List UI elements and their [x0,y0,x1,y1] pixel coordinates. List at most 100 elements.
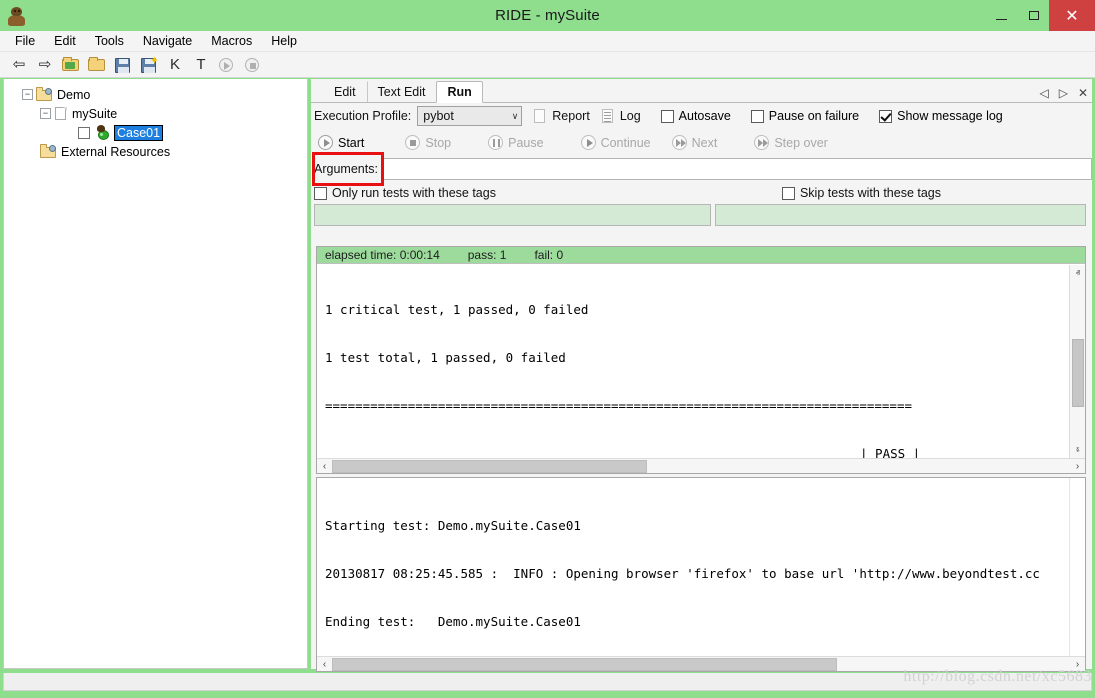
console-vscroll-thumb[interactable] [1072,339,1084,407]
autosave-checkbox-group[interactable]: Autosave [661,109,731,123]
exclude-tags-checkbox[interactable] [782,187,795,200]
search-tests-icon[interactable]: T [191,55,211,75]
forward-arrow-icon[interactable]: ⇨ [35,55,55,75]
exclude-tags-input[interactable] [715,204,1086,226]
tree-node-case01[interactable]: Case01 [8,123,307,142]
tab-edit[interactable]: Edit [323,81,367,103]
watermark-text: http://blog.csdn.net/xc5683 [903,668,1092,686]
arguments-label: Arguments: [314,162,378,176]
menu-item-file[interactable]: File [6,32,44,51]
execution-profile-select[interactable]: pybot ∨ [417,106,522,126]
menu-item-tools[interactable]: Tools [86,32,133,51]
scroll-right-icon[interactable]: › [1070,459,1085,474]
include-tags-input[interactable] [314,204,711,226]
tree-label-case01: Case01 [114,125,163,141]
include-tags-checkbox[interactable] [314,187,327,200]
scroll-down-icon[interactable]: ⱛ [1070,442,1086,458]
menu-item-navigate[interactable]: Navigate [134,32,201,51]
message-log-hscroll-thumb[interactable] [332,658,837,671]
resources-folder-icon [40,145,57,159]
arguments-row: Arguments: [311,156,1092,182]
project-tree: − Demo − mySuite Case01 External Resourc… [4,79,307,161]
scroll-up-icon[interactable]: ⱏ [1070,265,1086,281]
menu-item-macros[interactable]: Macros [202,32,261,51]
report-link[interactable]: Report [552,109,590,123]
pause-on-failure-label: Pause on failure [769,109,859,123]
tab-run[interactable]: Run [436,81,482,103]
continue-button-label: Continue [601,136,651,150]
pause-on-failure-checkbox-group[interactable]: Pause on failure [751,109,859,123]
message-log-vertical-scrollbar[interactable] [1069,478,1085,656]
tree-label-demo: Demo [57,88,90,102]
tab-bar: Edit Text Edit Run ◁ ▷ ✕ [311,79,1092,103]
log-link[interactable]: Log [620,109,641,123]
tree-node-demo[interactable]: − Demo [8,85,307,104]
chevron-down-icon: ∨ [512,111,519,122]
scroll-left-icon[interactable]: ‹ [317,459,332,474]
pause-button[interactable]: Pause [484,133,550,152]
console-output[interactable]: 1 critical test, 1 passed, 0 failed 1 te… [317,265,1085,458]
close-button[interactable]: ✕ [1049,0,1095,31]
console-line: 1 critical test, 1 passed, 0 failed [325,302,1085,318]
menu-item-edit[interactable]: Edit [45,32,85,51]
next-button-label: Next [692,136,718,150]
window-controls: ✕ [984,0,1095,31]
scroll-left-icon[interactable]: ‹ [317,657,332,672]
search-keyword-icon[interactable]: K [165,55,185,75]
toolbar: ⇦ ⇨ ✦ K T [0,52,1095,78]
stop-icon [405,135,420,150]
menu-item-help[interactable]: Help [262,32,306,51]
console-horizontal-scrollbar[interactable]: ‹ › [317,458,1085,473]
test-output-panel: elapsed time: 0:00:14 pass: 1 fail: 0 1 … [316,246,1086,474]
run-icon[interactable] [217,55,237,75]
execution-profile-label: Execution Profile: [314,109,411,123]
elapsed-time-text: elapsed time: 0:00:14 [325,248,440,262]
pass-count-text: pass: 1 [468,248,507,262]
project-tree-panel[interactable]: − Demo − mySuite Case01 External Resourc… [3,79,308,669]
save-icon[interactable] [113,55,133,75]
continue-button[interactable]: Continue [577,133,658,152]
arguments-input[interactable] [383,158,1092,180]
start-button-label: Start [338,136,364,150]
message-log-line: 20130817 08:25:45.585 : INFO : Opening b… [325,566,1069,582]
message-log-output[interactable]: Starting test: Demo.mySuite.Case01 20130… [317,478,1069,656]
message-log-line: Ending test: Demo.mySuite.Case01 [325,614,1069,630]
expander-icon[interactable]: − [22,89,33,100]
console-hscroll-track[interactable] [332,460,1070,473]
report-file-icon[interactable] [534,109,546,123]
tree-label-external-resources: External Resources [61,145,170,159]
tree-node-mysuite[interactable]: − mySuite [8,104,307,123]
tab-next-icon[interactable]: ▷ [1059,86,1068,100]
open-file-icon[interactable] [87,55,107,75]
tab-prev-icon[interactable]: ◁ [1039,86,1048,100]
save-all-icon[interactable]: ✦ [139,55,159,75]
next-button[interactable]: Next [668,133,725,152]
start-button[interactable]: Start [314,133,371,152]
tag-fields-row [311,204,1092,226]
stop-button[interactable]: Stop [401,133,458,152]
minimize-button[interactable] [984,0,1018,31]
tree-label-mysuite: mySuite [72,107,117,121]
step-over-button[interactable]: Step over [750,133,835,152]
test-case-icon [95,125,111,140]
title-bar: RIDE - mySuite ✕ [0,0,1095,31]
show-message-log-checkbox[interactable] [879,110,892,123]
stop-icon[interactable] [243,55,263,75]
autosave-checkbox[interactable] [661,110,674,123]
tab-text-edit[interactable]: Text Edit [367,81,437,103]
open-directory-icon[interactable] [61,55,81,75]
tree-node-external-resources[interactable]: External Resources [8,142,307,161]
tab-close-icon[interactable]: ✕ [1078,86,1088,100]
show-message-log-checkbox-group[interactable]: Show message log [879,109,1003,123]
fast-forward-icon [754,135,769,150]
execution-profile-row: Execution Profile: pybot ∨ Report Log Au… [311,103,1092,129]
console-vertical-scrollbar[interactable]: ⱏ ⱛ [1069,265,1085,458]
test-case-checkbox[interactable] [78,127,90,139]
back-arrow-icon[interactable]: ⇦ [9,55,29,75]
console-hscroll-thumb[interactable] [332,460,647,473]
log-file-icon[interactable] [602,109,614,123]
pause-on-failure-checkbox[interactable] [751,110,764,123]
maximize-button[interactable] [1018,0,1049,31]
exclude-tags-label: Skip tests with these tags [800,186,941,200]
expander-icon[interactable]: − [40,108,51,119]
